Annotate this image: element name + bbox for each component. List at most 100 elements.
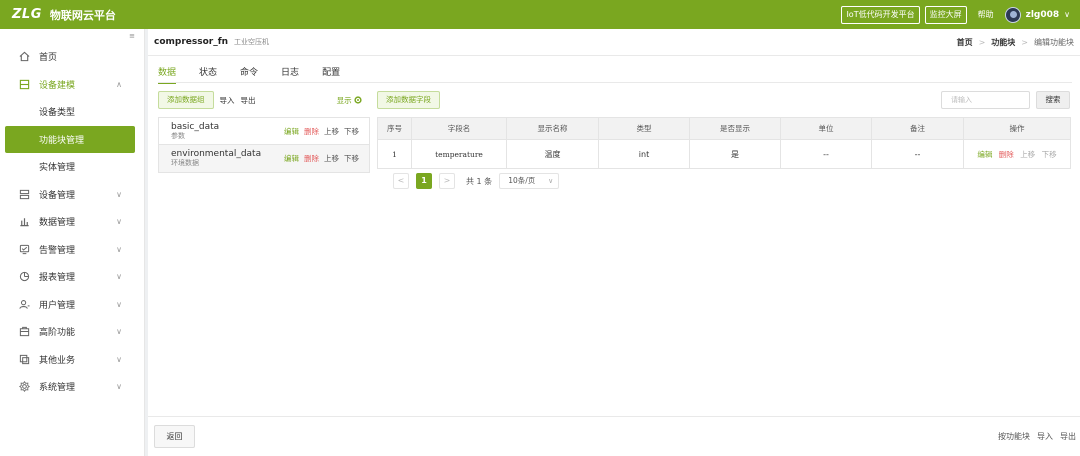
cell-display-name: 温度 xyxy=(506,139,599,169)
group-actions: 编辑 删除 上移 下移 xyxy=(284,153,359,164)
sidebar-item-advanced[interactable]: 高阶功能 ∨ xyxy=(0,318,144,346)
sidebar-item-report-management[interactable]: 报表管理 ∨ xyxy=(0,263,144,291)
chevron-down-icon[interactable]: ∨ xyxy=(1064,10,1070,19)
show-toggle[interactable]: 显示 xyxy=(337,95,362,106)
table-header-row: 序号 字段名 显示名称 类型 是否显示 单位 备注 操作 xyxy=(377,117,1071,140)
chevron-down-icon: ∨ xyxy=(116,189,122,199)
sidebar-item-label: 告警管理 xyxy=(39,245,76,256)
group-name: basic_data xyxy=(171,121,220,132)
page-title: compressor_fn xyxy=(154,37,229,47)
move-down-button[interactable]: 下移 xyxy=(344,126,359,137)
username[interactable]: zlg008 xyxy=(1026,10,1060,20)
top-bar: ZLG 物联网云平台 IoT低代码开发平台 监控大屏 帮助 zlg008 ∨ xyxy=(0,0,1080,29)
show-label: 显示 xyxy=(336,95,352,105)
add-data-field-button[interactable]: 添加数据字段 xyxy=(377,91,440,109)
data-field-panel: 添加数据字段 请输入 搜索 序号 字段名 显示名称 类型 是否显示 单位 备注 … xyxy=(377,90,1072,189)
delete-button[interactable]: 删除 xyxy=(304,126,319,137)
sidebar-item-data-management[interactable]: 数据管理 ∨ xyxy=(0,208,144,236)
lowcode-platform-button[interactable]: IoT低代码开发平台 xyxy=(841,5,920,24)
breadcrumb-function-block[interactable]: 功能块 xyxy=(991,37,1015,48)
export-link[interactable]: 导出 xyxy=(241,95,256,106)
sidebar-subitem-device-type[interactable]: 设备类型 xyxy=(0,98,144,126)
avatar[interactable] xyxy=(1004,6,1021,23)
column-header: 字段名 xyxy=(411,117,507,140)
list-item[interactable]: environmental_data 环境数据 编辑 删除 上移 下移 xyxy=(159,145,369,172)
import-link[interactable]: 导入 xyxy=(220,95,235,106)
chevron-down-icon: ∨ xyxy=(116,244,122,254)
current-page-button[interactable]: 1 xyxy=(416,173,432,189)
breadcrumb-separator: > xyxy=(1021,37,1028,47)
data-group-list: basic_data 参数 编辑 删除 上移 下移 environmental_… xyxy=(158,117,370,173)
move-up-button[interactable]: 上移 xyxy=(324,126,339,137)
breadcrumb: 首页 > 功能块 > 编辑功能块 xyxy=(957,37,1074,48)
total-count: 共 1 条 xyxy=(466,176,493,186)
top-actions: IoT低代码开发平台 监控大屏 帮助 zlg008 ∨ xyxy=(841,5,1070,24)
sidebar-subitem-function-block[interactable]: 功能块管理 xyxy=(5,125,135,153)
breadcrumb-current: 编辑功能块 xyxy=(1034,37,1074,47)
collapse-menu-icon[interactable]: ≡ xyxy=(129,32,135,40)
data-field-table: 序号 字段名 显示名称 类型 是否显示 单位 备注 操作 1 temperatu… xyxy=(377,117,1071,169)
move-up-button[interactable]: 上移 xyxy=(1020,150,1035,159)
chevron-down-icon: ∨ xyxy=(116,327,122,337)
logo-mark: ZLG xyxy=(12,7,42,22)
sidebar-item-label: 报表管理 xyxy=(39,273,76,284)
back-button[interactable]: 返回 xyxy=(154,425,195,448)
gear-icon xyxy=(18,381,30,393)
sidebar-item-user-management[interactable]: 用户管理 ∨ xyxy=(0,291,144,319)
sidebar-item-alarm-management[interactable]: 告警管理 ∨ xyxy=(0,236,144,264)
column-header: 类型 xyxy=(598,117,690,140)
footer-export-link[interactable]: 导出 xyxy=(1060,431,1076,442)
sidebar-item-device-management[interactable]: 设备管理 ∨ xyxy=(0,181,144,209)
delete-button[interactable]: 删除 xyxy=(999,150,1014,159)
by-block-link[interactable]: 按功能块 xyxy=(998,431,1030,442)
pagination: < 1 > 共 1 条 10条/页 xyxy=(393,173,1072,189)
report-icon xyxy=(18,271,30,283)
page-size-select[interactable]: 10条/页 xyxy=(499,173,560,189)
search-input[interactable]: 请输入 xyxy=(941,91,1030,109)
move-down-button[interactable]: 下移 xyxy=(1042,150,1057,159)
device-icon xyxy=(18,188,30,200)
column-header: 操作 xyxy=(963,117,1071,140)
edit-button[interactable]: 编辑 xyxy=(284,153,299,164)
delete-button[interactable]: 删除 xyxy=(304,153,319,164)
sidebar-item-label: 系统管理 xyxy=(39,383,76,394)
move-up-button[interactable]: 上移 xyxy=(324,153,339,164)
prev-page-button[interactable]: < xyxy=(393,173,409,189)
logo[interactable]: ZLG 物联网云平台 xyxy=(12,7,116,23)
cell-unit: -- xyxy=(780,139,872,169)
sidebar-item-label: 其他业务 xyxy=(39,355,76,366)
app-name: 物联网云平台 xyxy=(49,8,116,22)
group-desc: 参数 xyxy=(171,131,185,140)
breadcrumb-home[interactable]: 首页 xyxy=(957,37,973,48)
home-icon xyxy=(18,51,30,63)
sidebar-item-home[interactable]: 首页 xyxy=(0,43,144,71)
column-header: 备注 xyxy=(871,117,964,140)
sidebar: ≡ 首页 设备建模 ∧ 设备类型 功能块管理 实体管理 设备管理 ∨ 数据管理 … xyxy=(0,29,145,456)
chevron-down-icon: ∨ xyxy=(116,354,122,364)
sidebar-item-system-management[interactable]: 系统管理 ∨ xyxy=(0,373,144,401)
tab-divider xyxy=(158,82,1072,83)
model-icon xyxy=(18,78,30,90)
cell-type: int xyxy=(598,139,690,169)
group-desc: 环境数据 xyxy=(171,159,199,167)
add-data-group-button[interactable]: 添加数据组 xyxy=(158,91,214,109)
edit-button[interactable]: 编辑 xyxy=(284,126,299,137)
edit-button[interactable]: 编辑 xyxy=(977,150,992,159)
column-header: 显示名称 xyxy=(506,117,599,140)
sidebar-item-other-business[interactable]: 其他业务 ∨ xyxy=(0,346,144,374)
help-link[interactable]: 帮助 xyxy=(978,9,994,20)
group-toolbar: 添加数据组 导入 导出 显示 xyxy=(158,90,370,110)
list-item[interactable]: basic_data 参数 编辑 删除 上移 下移 xyxy=(159,118,369,145)
footer-actions: 按功能块 导入 导出 xyxy=(998,431,1076,442)
monitor-screen-button[interactable]: 监控大屏 xyxy=(924,5,967,24)
other-icon xyxy=(18,353,30,365)
move-down-button[interactable]: 下移 xyxy=(344,153,359,164)
next-page-button[interactable]: > xyxy=(439,173,455,189)
footer-import-link[interactable]: 导入 xyxy=(1037,431,1053,442)
sidebar-subitem-entity[interactable]: 实体管理 xyxy=(0,153,144,181)
sidebar-nav: 首页 设备建模 ∧ 设备类型 功能块管理 实体管理 设备管理 ∨ 数据管理 ∨ … xyxy=(0,43,144,401)
search-button[interactable]: 搜索 xyxy=(1036,91,1070,109)
sidebar-item-device-modeling[interactable]: 设备建模 ∧ xyxy=(0,71,144,99)
page-header: compressor_fn 工业空压机 首页 > 功能块 > 编辑功能块 xyxy=(148,29,1080,56)
sidebar-item-label: 高阶功能 xyxy=(39,328,76,339)
